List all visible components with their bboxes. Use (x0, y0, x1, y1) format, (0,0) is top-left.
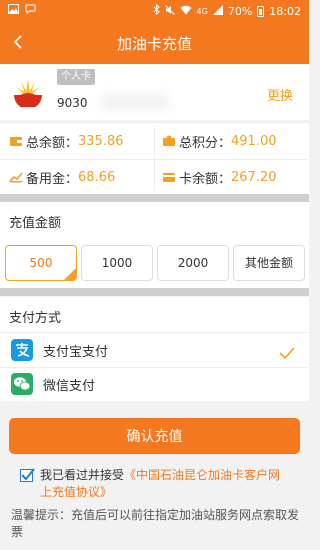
total-balance-label: 总余额： (26, 135, 79, 151)
warm-tip: 温馨提示：充值后可以前往指定加油站服务网点索取发票 (11, 508, 300, 539)
wechat-icon (11, 373, 33, 395)
card-balance-value: 267.20 (231, 169, 277, 185)
card-number: 9030 (57, 96, 88, 110)
amount-option-other[interactable]: 其他金额 (233, 245, 305, 281)
agreement-prefix: 我已看过并接受 (40, 468, 125, 482)
change-card-button[interactable]: 更换 (267, 85, 293, 104)
network-type-label: 4G (196, 6, 208, 16)
payment-section: 支付方式 支付宝支付 微信支付 (0, 297, 309, 401)
checkmark-icon (279, 344, 295, 360)
agreement-text: 我已看过并接受《中国石油昆仑加油卡客户网上充值协议》 (40, 467, 292, 501)
wechat-label: 微信支付 (43, 378, 96, 394)
section-divider-2 (0, 288, 309, 296)
reserve-icon (9, 171, 23, 183)
agreement-checkbox[interactable] (20, 468, 35, 482)
battery-percent: 70% (227, 5, 253, 18)
amount-option-500[interactable]: 500 (5, 245, 77, 281)
title-bar: 加油卡充值 (0, 22, 309, 64)
battery-icon (257, 6, 265, 17)
status-bar: 4G 70% 18:02 (0, 0, 309, 22)
redaction-blur-2 (100, 94, 170, 110)
reserve-label: 备用金： (26, 171, 79, 187)
points-icon (162, 135, 176, 147)
payment-method-alipay[interactable]: 支付宝支付 (0, 333, 309, 367)
payment-section-title: 支付方式 (9, 311, 62, 326)
reserve-value: 68.66 (78, 169, 116, 185)
card-icon (162, 171, 176, 183)
page-title: 加油卡充值 (116, 35, 192, 53)
card-balance-label: 卡余额： (179, 171, 232, 187)
alipay-label: 支付宝支付 (43, 344, 109, 360)
petrochina-logo-icon (12, 75, 44, 109)
balance-stats: 总余额： 335.86 总积分： 491.00 备用金： 68.66 卡余额： … (0, 122, 309, 194)
amount-option-2000[interactable]: 2000 (157, 245, 229, 281)
total-balance: 总余额： 335.86 (9, 123, 124, 159)
wifi-icon (180, 5, 192, 19)
chat-notification-icon (25, 4, 36, 18)
total-points-label: 总积分： (179, 135, 232, 151)
clock: 18:02 (269, 5, 301, 18)
payment-method-wechat[interactable]: 微信支付 (0, 367, 309, 401)
confirm-recharge-button[interactable]: 确认充值 (9, 418, 300, 454)
alipay-icon (11, 339, 33, 361)
mute-icon (164, 4, 175, 19)
image-notification-icon (8, 4, 19, 18)
total-points-value: 491.00 (231, 133, 277, 149)
bluetooth-icon (153, 3, 160, 19)
wallet-icon (9, 135, 23, 147)
total-balance-value: 335.86 (78, 133, 124, 149)
card-info: 个人卡 9030 更换 (0, 64, 309, 120)
card-balance: 卡余额： 267.20 (162, 159, 277, 195)
reserve-fund: 备用金： 68.66 (9, 159, 115, 195)
amount-section-title: 充值金额 (9, 216, 62, 231)
signal-icon (212, 4, 223, 19)
card-holder-tag: 个人卡 (57, 69, 95, 85)
section-divider (0, 194, 309, 202)
amount-option-1000[interactable]: 1000 (81, 245, 153, 281)
amount-section: 充值金额 500 1000 2000 其他金额 (0, 202, 309, 288)
total-points: 总积分： 491.00 (162, 123, 277, 159)
